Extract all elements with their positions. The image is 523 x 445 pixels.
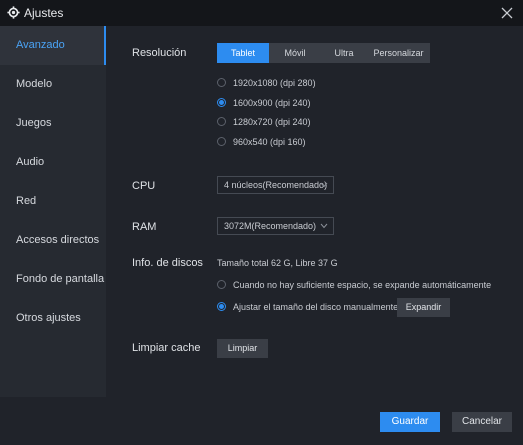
sidebar-item-juegos[interactable]: Juegos [0, 104, 106, 143]
sidebar-item-audio[interactable]: Audio [0, 143, 106, 182]
resolution-option-label: 1280x720 (dpi 240) [233, 117, 311, 127]
cancel-button[interactable]: Cancelar [452, 412, 512, 432]
sidebar-item-fondo-de-pantalla[interactable]: Fondo de pantalla [0, 260, 106, 299]
title-bar: Ajustes [0, 0, 523, 26]
cpu-select[interactable]: 4 núcleos(Recomendado) [217, 176, 334, 194]
cpu-select-value: 4 núcleos(Recomendado) [224, 180, 328, 190]
sidebar-item-avanzado[interactable]: Avanzado [0, 26, 106, 65]
radio-disk-manual[interactable] [217, 302, 226, 311]
disk-label: Info. de discos [132, 257, 203, 269]
sidebar: Avanzado Modelo Juegos Audio Red Accesos… [0, 26, 106, 397]
ram-select-value: 3072M(Recomendado) [224, 221, 317, 231]
cache-label: Limpiar cache [132, 342, 201, 354]
radio-1600x900[interactable] [217, 98, 226, 107]
tab-personalizar[interactable]: Personalizar [367, 43, 430, 63]
tab-movil[interactable]: Móvil [269, 43, 321, 63]
resolution-option-label: 960x540 (dpi 160) [233, 137, 306, 147]
chevron-down-icon [320, 223, 328, 229]
radio-disk-auto[interactable] [217, 280, 226, 289]
ram-select[interactable]: 3072M(Recomendado) [217, 217, 334, 235]
gear-icon [7, 6, 20, 19]
radio-1920x1080[interactable] [217, 78, 226, 87]
clear-cache-button[interactable]: Limpiar [217, 339, 268, 358]
resolution-option-label: 1600x900 (dpi 240) [233, 98, 311, 108]
resolution-label: Resolución [132, 47, 187, 59]
cpu-label: CPU [132, 180, 156, 192]
disk-summary: Tamaño total 62 G, Libre 37 G [217, 258, 338, 268]
disk-option-label: Ajustar el tamaño del disco manualmente [233, 302, 399, 312]
ram-label: RAM [132, 221, 157, 233]
sidebar-item-accesos-directos[interactable]: Accesos directos [0, 221, 106, 260]
window-title: Ajustes [24, 6, 64, 20]
chevron-down-icon [320, 182, 328, 188]
settings-panel: Resolución Tablet Móvil Ultra Personaliz… [106, 26, 523, 397]
radio-1280x720[interactable] [217, 117, 226, 126]
resolution-tabs: Tablet Móvil Ultra Personalizar [217, 43, 430, 63]
resolution-option-label: 1920x1080 (dpi 280) [233, 78, 316, 88]
save-button[interactable]: Guardar [380, 412, 440, 432]
sidebar-item-otros-ajustes[interactable]: Otros ajustes [0, 299, 106, 338]
tab-ultra[interactable]: Ultra [321, 43, 367, 63]
disk-option-label: Cuando no hay suficiente espacio, se exp… [233, 280, 492, 290]
sidebar-item-red[interactable]: Red [0, 182, 106, 221]
tab-tablet[interactable]: Tablet [217, 43, 269, 63]
expand-button[interactable]: Expandir [397, 298, 450, 317]
sidebar-item-modelo[interactable]: Modelo [0, 65, 106, 104]
radio-960x540[interactable] [217, 137, 226, 146]
close-icon[interactable] [499, 5, 515, 21]
footer [0, 397, 523, 445]
